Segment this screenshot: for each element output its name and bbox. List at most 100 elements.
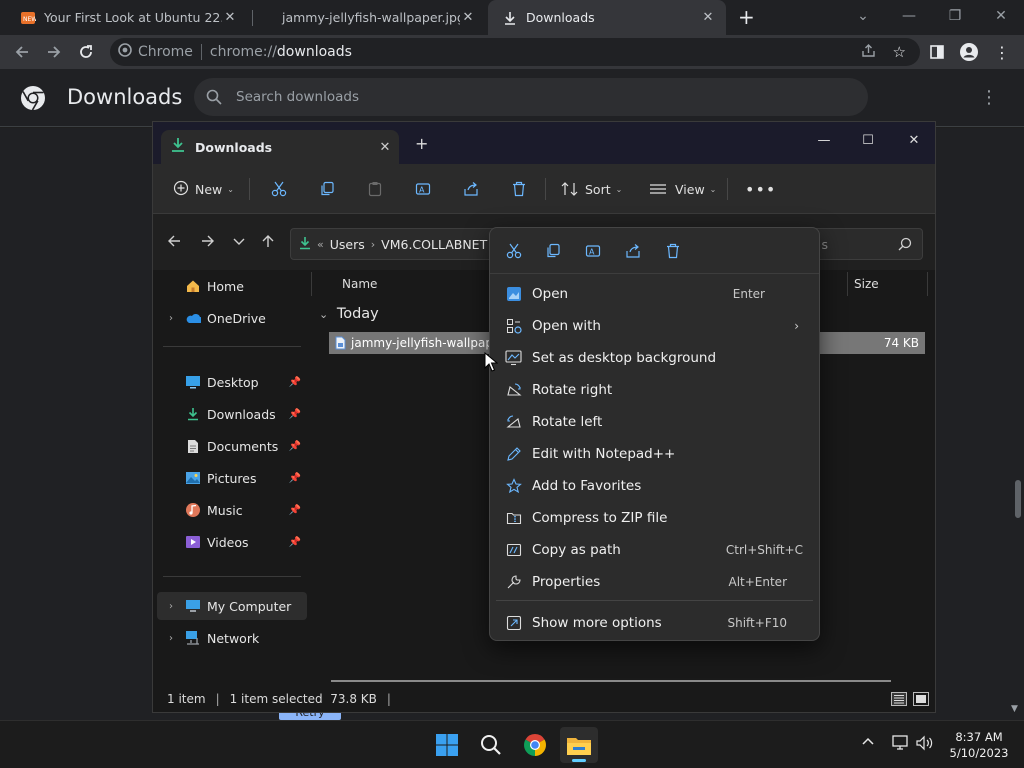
pin-icon[interactable]: 📌 [289, 377, 301, 388]
system-clock[interactable]: 8:37 AM 5/10/2023 [942, 729, 1016, 761]
restore-icon[interactable]: ❐ [932, 0, 978, 32]
pin-icon[interactable]: 📌 [289, 441, 301, 452]
nav-item-downloads[interactable]: Downloads 📌 [157, 400, 307, 428]
group-header-today[interactable]: ⌄ Today [319, 306, 379, 322]
up-icon[interactable] [261, 234, 275, 252]
nav-item-music[interactable]: Music 📌 [157, 496, 307, 524]
chevron-down-icon: ⌄ [227, 184, 234, 194]
column-header-size[interactable]: Size [854, 270, 879, 298]
view-button[interactable]: View ⌄ [649, 176, 716, 202]
copy-button[interactable] [319, 176, 335, 202]
overflow-crumb[interactable]: « [317, 238, 324, 251]
menu-item-open-with[interactable]: Open with › [496, 311, 813, 341]
details-view-icon[interactable] [891, 692, 907, 706]
copy-icon[interactable] [542, 240, 564, 262]
horizontal-scrollbar[interactable] [331, 680, 891, 682]
nav-item-my-computer[interactable]: › My Computer [157, 592, 307, 620]
rename-icon[interactable]: A [582, 240, 604, 262]
cut-icon[interactable] [503, 240, 525, 262]
network-status-icon[interactable] [892, 735, 910, 755]
nav-item-desktop[interactable]: Desktop 📌 [157, 368, 307, 396]
close-icon[interactable]: ✕ [222, 10, 238, 26]
address-bar[interactable]: Chrome chrome:// downloads ☆ [110, 38, 920, 66]
maximize-icon[interactable]: ☐ [853, 128, 883, 152]
new-button[interactable]: New ⌄ [173, 176, 234, 202]
menu-item-compress-zip[interactable]: Compress to ZIP file [496, 503, 813, 533]
menu-item-rotate-right[interactable]: Rotate right [496, 375, 813, 405]
tab-search-icon[interactable]: ⌄ [840, 0, 886, 32]
pin-icon[interactable]: 📌 [289, 537, 301, 548]
bookmark-star-icon[interactable]: ☆ [893, 43, 906, 61]
close-icon[interactable]: ✕ [700, 10, 716, 26]
breadcrumb-user[interactable]: VM6.COLLABNET [381, 237, 487, 252]
menu-kebab-icon[interactable]: ⋮ [988, 38, 1016, 66]
explorer-tab-downloads[interactable]: Downloads ✕ [161, 130, 399, 164]
menu-item-show-more-options[interactable]: Show more options Shift+F10 [496, 608, 813, 638]
nav-item-videos[interactable]: Videos 📌 [157, 528, 307, 556]
browser-tab-ubuntu[interactable]: NEW Your First Look at Ubuntu 22.04's ✕ [6, 0, 248, 35]
chevron-right-icon[interactable]: › [157, 633, 185, 644]
browser-tab-downloads[interactable]: Downloads ✕ [488, 0, 726, 35]
profile-avatar[interactable] [955, 38, 983, 66]
pin-icon[interactable]: 📌 [289, 409, 301, 420]
share-icon[interactable] [622, 240, 644, 262]
menu-item-open[interactable]: Open Enter [496, 279, 813, 309]
chevron-right-icon[interactable]: › [157, 601, 185, 612]
new-tab-button[interactable]: + [738, 5, 755, 29]
side-panel-icon[interactable] [923, 38, 951, 66]
pin-icon[interactable]: 📌 [289, 505, 301, 516]
nav-item-home[interactable]: Home [157, 272, 307, 300]
close-icon[interactable]: ✕ [371, 140, 399, 155]
chevron-right-icon[interactable]: › [157, 313, 185, 324]
menu-item-rotate-left[interactable]: Rotate left [496, 407, 813, 437]
tiles-view-icon[interactable] [913, 692, 929, 706]
menu-item-add-favorites[interactable]: Add to Favorites [496, 471, 813, 501]
share-button[interactable] [463, 176, 479, 202]
share-icon[interactable] [861, 43, 876, 62]
browser-tab-wallpaper[interactable]: jammy-jellyfish-wallpaper.jpg (19 ✕ [256, 0, 486, 35]
volume-icon[interactable] [916, 735, 934, 755]
search-input[interactable]: Search downloads [194, 78, 868, 116]
delete-icon[interactable] [662, 240, 684, 262]
windows-start-icon[interactable] [428, 727, 466, 763]
minimize-icon[interactable]: — [886, 0, 932, 32]
pin-icon[interactable]: 📌 [289, 473, 301, 484]
nav-item-network[interactable]: › Network [157, 624, 307, 652]
back-icon[interactable] [8, 38, 36, 66]
cut-button[interactable] [271, 176, 287, 202]
menu-item-copy-as-path[interactable]: Copy as path Ctrl+Shift+C [496, 535, 813, 565]
scroll-down-icon[interactable]: ▼ [1011, 704, 1018, 714]
new-tab-button[interactable]: + [415, 134, 428, 153]
close-icon[interactable]: ✕ [899, 128, 929, 152]
forward-icon[interactable] [201, 234, 215, 252]
recent-locations-icon[interactable] [233, 234, 245, 252]
nav-item-onedrive[interactable]: › OneDrive [157, 304, 307, 332]
file-size: 74 KB [883, 336, 919, 350]
rename-button[interactable]: A [415, 176, 431, 202]
explorer-address-bar[interactable]: « Users › VM6.COLLABNET › [290, 228, 498, 260]
paste-button[interactable] [367, 176, 383, 202]
back-icon[interactable] [167, 234, 181, 252]
nav-item-documents[interactable]: Documents 📌 [157, 432, 307, 460]
more-options-icon[interactable]: ⋮ [980, 87, 998, 108]
scrollbar-thumb[interactable] [1015, 480, 1021, 518]
menu-item-properties[interactable]: Properties Alt+Enter [496, 567, 813, 597]
search-icon[interactable] [472, 727, 510, 763]
reload-icon[interactable] [72, 38, 100, 66]
close-icon[interactable]: ✕ [978, 0, 1024, 32]
nav-item-pictures[interactable]: Pictures 📌 [157, 464, 307, 492]
menu-item-set-desktop-background[interactable]: Set as desktop background [496, 343, 813, 373]
close-icon[interactable]: ✕ [460, 10, 476, 26]
breadcrumb-users[interactable]: Users [330, 237, 365, 252]
file-explorer-icon[interactable] [560, 727, 598, 763]
forward-icon[interactable] [40, 38, 68, 66]
search-icon [206, 89, 222, 109]
menu-item-edit-notepad[interactable]: Edit with Notepad++ [496, 439, 813, 469]
column-header-name[interactable]: Name [342, 270, 377, 298]
more-options-button[interactable]: ••• [745, 176, 776, 202]
chrome-icon[interactable] [516, 727, 554, 763]
delete-button[interactable] [511, 176, 527, 202]
minimize-icon[interactable]: — [809, 128, 839, 152]
sort-button[interactable]: Sort ⌄ [561, 176, 622, 202]
show-hidden-icons-chevron-up-icon[interactable] [862, 735, 874, 750]
